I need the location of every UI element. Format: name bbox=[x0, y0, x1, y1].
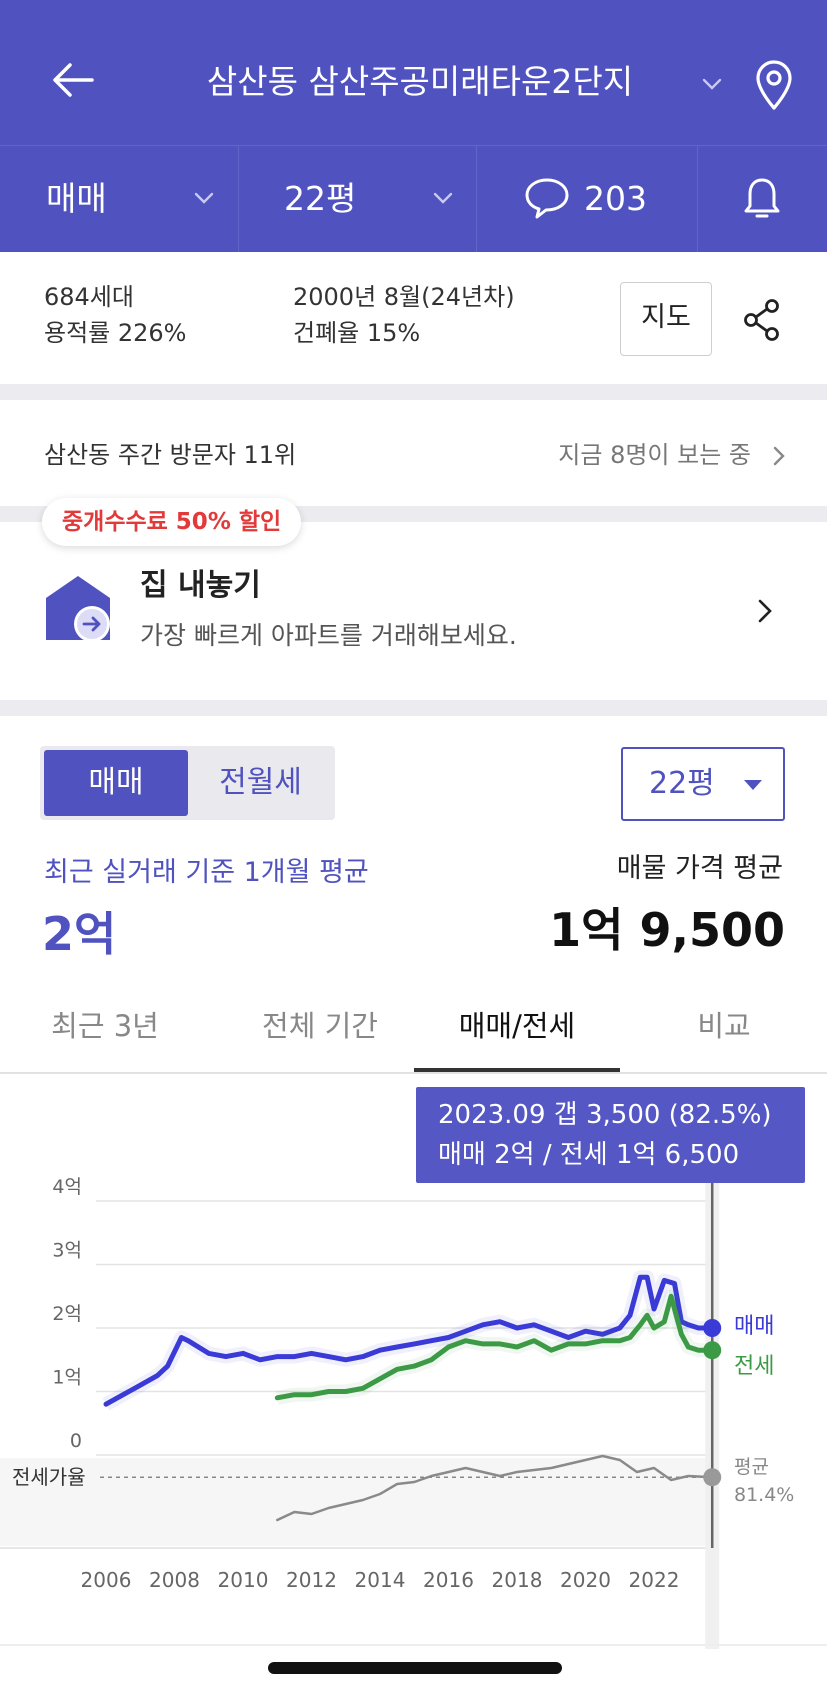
y-tick-label: 4억 bbox=[52, 1176, 82, 1198]
toggle-sale[interactable]: 매매 bbox=[44, 750, 188, 816]
sell-subtitle: 가장 빠르게 아파트를 거래해보세요. bbox=[140, 621, 517, 650]
x-tick-label: 2012 bbox=[286, 1568, 337, 1592]
tab-sale-jeonse[interactable]: 매매/전세 bbox=[414, 1004, 620, 1054]
app-header: 삼산동 삼산주공미래타운2단지 매매 22평 203 bbox=[0, 0, 827, 252]
list-home-banner[interactable] bbox=[0, 522, 827, 700]
ratio-label: 전세가율 bbox=[12, 1465, 86, 1489]
listing-avg-label: 매물 가격 평균 bbox=[616, 853, 783, 884]
size-dropdown[interactable]: 22평 bbox=[621, 747, 785, 821]
x-tick-label: 2016 bbox=[423, 1568, 474, 1592]
viewer-count: 지금 8명이 보는 중 bbox=[558, 441, 751, 469]
chat-bubble-icon bbox=[525, 178, 569, 219]
visitor-row[interactable]: 삼산동 주간 방문자 11위 지금 8명이 보는 중 bbox=[0, 400, 827, 506]
visitor-rank: 삼산동 주간 방문자 11위 bbox=[44, 441, 297, 469]
chevron-down-icon[interactable] bbox=[700, 72, 724, 96]
built-date: 2000년 8월(24년차) bbox=[293, 283, 515, 311]
complex-title[interactable]: 삼산동 삼산주공미래타운2단지 bbox=[150, 60, 690, 104]
toggle-rent[interactable]: 전월세 bbox=[190, 750, 331, 816]
sell-title: 집 내놓기 bbox=[140, 568, 261, 603]
trade-type-select[interactable]: 매매 bbox=[0, 146, 239, 252]
section-divider bbox=[0, 700, 827, 716]
tooltip-prices: 매매 2억 / 전세 1억 6,500 bbox=[438, 1140, 740, 1170]
chevron-right-icon bbox=[758, 599, 772, 623]
jeonse-point bbox=[703, 1341, 722, 1360]
sale-point bbox=[703, 1319, 722, 1337]
x-tick-label: 2014 bbox=[355, 1568, 406, 1592]
tab-all-period[interactable]: 전체 기간 bbox=[235, 1004, 405, 1054]
ratio-end-title: 평균 bbox=[734, 1456, 769, 1478]
recent-trade-label: 최근 실거래 기준 1개월 평균 bbox=[44, 857, 369, 888]
section-divider bbox=[0, 1644, 827, 1646]
active-tab-indicator bbox=[414, 1068, 620, 1072]
size-select[interactable]: 22평 bbox=[239, 146, 477, 252]
x-tick-label: 2006 bbox=[81, 1568, 132, 1592]
complex-info: 684세대 용적률 226% 2000년 8월(24년차) 건폐율 15% 지도 bbox=[0, 252, 827, 384]
notification-button[interactable] bbox=[698, 146, 827, 252]
jeonse-end-label: 전세 bbox=[734, 1354, 774, 1379]
recent-trade-value: 2억 bbox=[42, 907, 117, 961]
floor-area-ratio: 용적률 226% bbox=[44, 319, 187, 347]
x-tick-label: 2020 bbox=[560, 1568, 611, 1592]
households: 684세대 bbox=[44, 283, 134, 311]
comment-count: 203 bbox=[584, 179, 647, 218]
x-tick-label: 2010 bbox=[218, 1568, 269, 1592]
y-tick-label: 3억 bbox=[52, 1240, 82, 1262]
chevron-down-icon bbox=[194, 192, 214, 204]
back-arrow-icon[interactable] bbox=[48, 55, 98, 105]
share-icon[interactable] bbox=[742, 298, 782, 342]
y-tick-label: 0 bbox=[70, 1430, 82, 1452]
caret-down-icon bbox=[744, 780, 762, 790]
section-divider bbox=[0, 384, 827, 400]
house-icon bbox=[46, 576, 110, 642]
tab-recent-3y[interactable]: 최근 3년 bbox=[30, 1004, 180, 1054]
x-tick-label: 2022 bbox=[629, 1568, 680, 1592]
chevron-down-icon bbox=[433, 192, 453, 204]
title-bar: 삼산동 삼산주공미래타운2단지 bbox=[0, 0, 827, 146]
x-tick-label: 2008 bbox=[149, 1568, 200, 1592]
discount-badge: 중개수수료 50% 할인 bbox=[42, 498, 302, 546]
tooltip-gap: 2023.09 갭 3,500 (82.5%) bbox=[438, 1100, 772, 1130]
ratio-point bbox=[703, 1468, 722, 1487]
jeonse-line-range bbox=[276, 1289, 713, 1405]
filter-bar: 매매 22평 203 bbox=[0, 146, 827, 252]
trade-toggle: 매매 전월세 bbox=[40, 746, 335, 820]
x-tick-label: 2018 bbox=[492, 1568, 543, 1592]
building-coverage: 건폐율 15% bbox=[293, 319, 421, 347]
size-dropdown-value: 22평 bbox=[649, 766, 715, 801]
y-tick-label: 1억 bbox=[52, 1367, 82, 1389]
trade-type-label: 매매 bbox=[46, 179, 107, 218]
comments-button[interactable]: 203 bbox=[477, 146, 698, 252]
listing-avg-value: 1억 9,500 bbox=[549, 903, 785, 957]
home-indicator[interactable] bbox=[268, 1662, 562, 1674]
tab-compare[interactable]: 비교 bbox=[672, 1004, 776, 1054]
chart-tooltip: 2023.09 갭 3,500 (82.5%) 매매 2억 / 전세 1억 6,… bbox=[416, 1087, 805, 1183]
y-tick-label: 2억 bbox=[52, 1303, 82, 1325]
chevron-right-icon bbox=[773, 446, 785, 466]
size-label: 22평 bbox=[284, 179, 357, 218]
location-pin-icon[interactable] bbox=[752, 58, 796, 112]
ratio-end-value: 81.4% bbox=[734, 1484, 794, 1506]
map-button[interactable]: 지도 bbox=[620, 282, 712, 356]
bell-icon bbox=[744, 178, 780, 218]
sale-end-label: 매매 bbox=[734, 1314, 774, 1339]
